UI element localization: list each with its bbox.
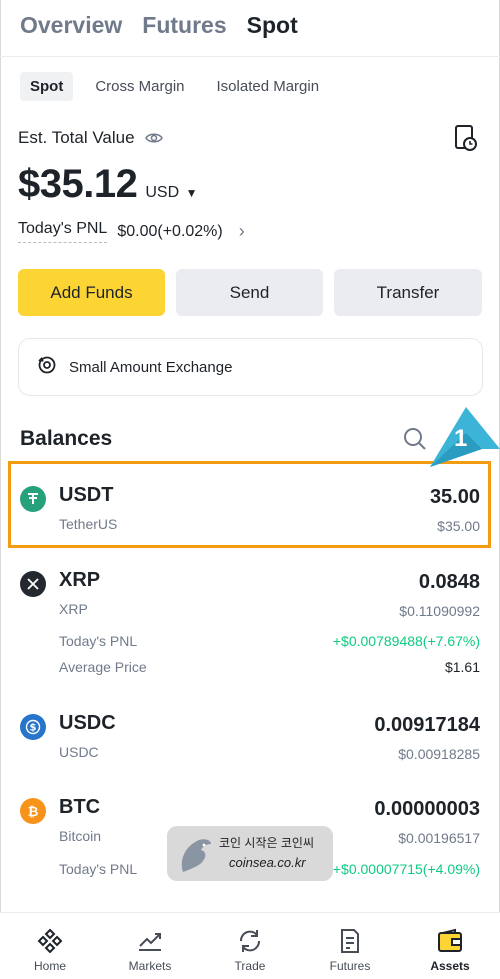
coin-usd: $0.00196517 [398,830,480,846]
pnl-value: $0.00(+0.02%) [117,222,223,240]
average-price-label: Average Price [59,659,147,675]
bottom-nav: Home Markets Trade Futures Assets [0,912,500,979]
nav-assets[interactable]: Assets [410,927,490,973]
watermark-line2: coinsea.co.kr [229,855,306,870]
pnl-value: +$0.00789488(+7.67%) [332,633,480,649]
coin-qty: 0.00917184 [374,714,480,736]
pnl-label: Today's PNL [59,861,138,877]
currency-select[interactable]: USD ▼ [145,184,197,202]
watermark: 코인 시작은 코인씨 coinsea.co.kr [167,826,333,881]
tab-spot[interactable]: Spot [247,12,298,39]
coin-usd: $0.11090992 [399,603,480,619]
est-total-row: Est. Total Value [18,128,163,148]
coin-symbol: BTC [59,796,101,818]
usdc-icon: $ [20,714,46,740]
coin-usd: $0.00918285 [398,746,480,762]
btc-icon: ₿ [20,798,46,824]
est-total-label: Est. Total Value [18,128,135,147]
coin-symbol: USDC [59,712,116,734]
coin-name: XRP [59,601,88,617]
send-button[interactable]: Send [176,269,323,316]
highlight-box [8,461,491,548]
coin-name: USDC [59,744,99,760]
add-funds-button[interactable]: Add Funds [18,269,165,316]
annotation-arrow: 1 [426,405,500,475]
divider [0,56,500,57]
trade-icon [210,927,290,955]
small-amount-exchange-button[interactable]: Small Amount Exchange [18,338,483,396]
coin-qty: 0.00000003 [374,798,480,820]
caret-down-icon: ▼ [185,186,198,200]
action-buttons: Add Funds Send Transfer [18,269,482,316]
top-tabs: Overview Futures Spot [20,12,298,39]
coin-symbol: XRP [59,569,101,591]
nav-label: Home [33,959,66,973]
nav-trade[interactable]: Trade [210,927,290,973]
dolphin-logo-icon [175,832,215,876]
home-logo-icon [10,927,90,955]
tab-futures[interactable]: Futures [142,12,226,39]
total-amount: $35.12 [18,162,138,206]
average-price-value: $1.61 [444,659,480,675]
total-value: $35.12 USD ▼ [18,162,197,207]
wallet-icon [410,927,490,955]
nav-label: Futures [329,959,371,973]
small-amount-exchange-label: Small Amount Exchange [69,358,233,376]
nav-label: Markets [128,959,172,973]
tab-overview[interactable]: Overview [20,12,122,39]
eye-icon[interactable] [144,129,163,147]
nav-markets[interactable]: Markets [110,927,190,973]
exchange-icon [37,355,57,379]
subtab-spot[interactable]: Spot [20,72,74,101]
currency-label: USD [145,184,180,201]
pnl-value: +$0.00007715(+4.09%) [332,861,480,877]
transfer-button[interactable]: Transfer [334,269,482,316]
svg-text:₿: ₿ [28,805,39,819]
list-item-usdc[interactable]: $ USDC USDC 0.00917184 $0.00918285 [20,712,482,762]
futures-doc-icon [310,927,390,955]
subtab-cross-margin[interactable]: Cross Margin [85,72,194,101]
coin-name: Bitcoin [59,828,102,844]
subtab-isolated-margin[interactable]: Isolated Margin [207,72,330,101]
nav-label: Trade [234,959,266,973]
xrp-icon [20,571,46,597]
nav-label: Assets [430,959,470,973]
coin-qty: 0.0848 [418,571,480,593]
annotation-number: 1 [454,425,468,452]
sub-tabs: Spot Cross Margin Isolated Margin [20,72,329,101]
nav-futures[interactable]: Futures [310,927,390,973]
watermark-line1: 코인 시작은 코인씨 [219,836,314,850]
nav-home[interactable]: Home [10,927,90,973]
history-icon[interactable] [454,124,478,152]
list-item-xrp[interactable]: XRP XRP 0.0848 $0.11090992 Today's PNL +… [20,569,482,681]
pnl-label: Today's PNL [59,633,138,649]
pnl-label: Today's PNL [18,220,108,243]
search-icon[interactable] [403,427,427,451]
chevron-right-icon: › [238,221,245,241]
svg-text:$: $ [30,723,37,734]
chart-icon [110,927,190,955]
todays-pnl-row[interactable]: Today's PNL $0.00(+0.02%) › [18,220,245,243]
balances-title: Balances [20,427,113,450]
